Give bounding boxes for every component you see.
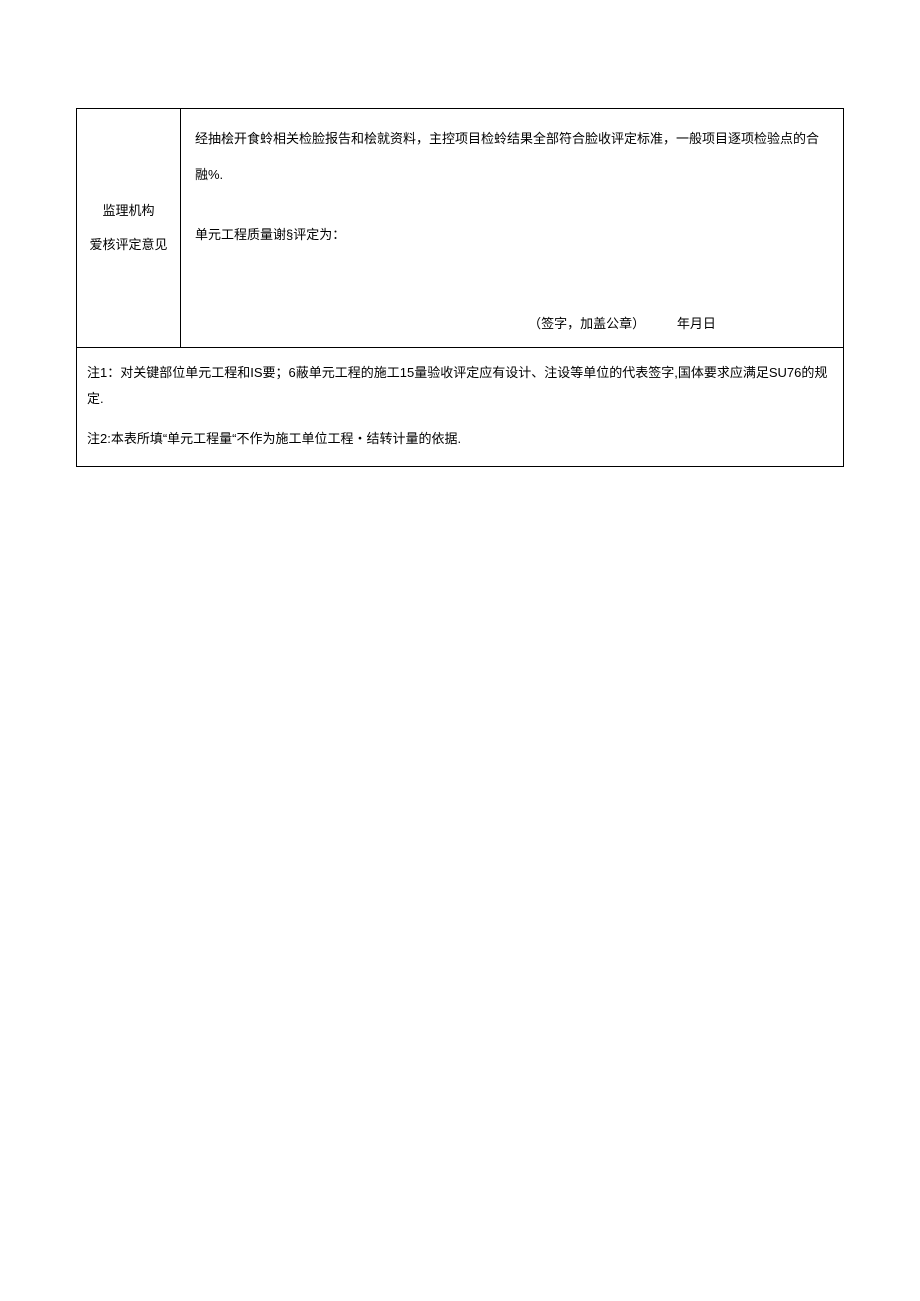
row-header-line1: 监理机构	[83, 194, 174, 228]
signature-label: （签字，加盖公章）	[528, 314, 645, 335]
note-1: 注1：对关键部位单元工程和IS要；6蔽单元工程的施工15量验收评定应有设计、注设…	[87, 360, 833, 412]
signature-row: （签字，加盖公章） 年月日	[195, 314, 829, 339]
note-2: 注2:本表所填“单元工程量“不作为施工单位工程・结转计量的依据.	[87, 426, 833, 452]
table-row: 监理机构 爱核评定意见 经抽桧开食蛉相关检脸报告和桧就资料，主控项目检蛉结果全部…	[77, 109, 844, 348]
opinion-table: 监理机构 爱核评定意见 经抽桧开食蛉相关检脸报告和桧就资料，主控项目检蛉结果全部…	[76, 108, 844, 467]
content-cell: 经抽桧开食蛉相关检脸报告和桧就资料，主控项目检蛉结果全部符合脸收评定标准，一般项…	[181, 109, 844, 348]
row-header-cell: 监理机构 爱核评定意见	[77, 109, 181, 348]
table-row: 注1：对关键部位单元工程和IS要；6蔽单元工程的施工15量验收评定应有设计、注设…	[77, 347, 844, 466]
signature-date: 年月日	[677, 316, 716, 331]
row-header-line2: 爱核评定意见	[83, 228, 174, 262]
notes-cell: 注1：对关键部位单元工程和IS要；6蔽单元工程的施工15量验收评定应有设计、注设…	[77, 347, 844, 466]
content-paragraph-2: 单元工程质量谢§评定为：	[195, 222, 829, 248]
document-page: 监理机构 爱核评定意见 经抽桧开食蛉相关检脸报告和桧就资料，主控项目检蛉结果全部…	[0, 0, 920, 467]
content-paragraph-1: 经抽桧开食蛉相关检脸报告和桧就资料，主控项目检蛉结果全部符合脸收评定标准，一般项…	[195, 121, 829, 194]
row-header-stack: 监理机构 爱核评定意见	[77, 186, 180, 270]
